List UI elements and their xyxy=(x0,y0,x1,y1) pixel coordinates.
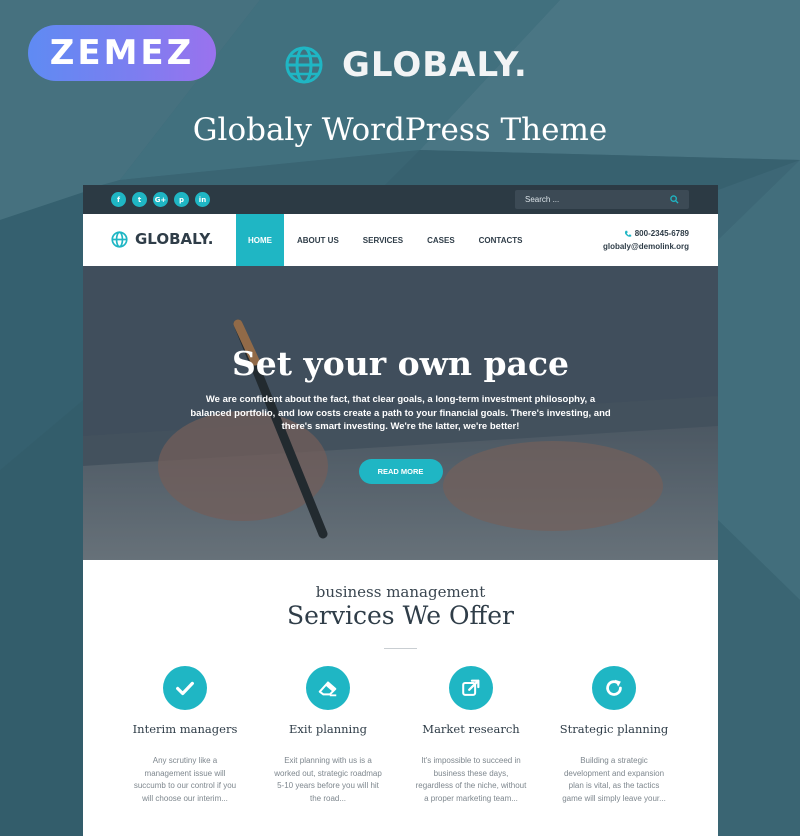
nav-contacts[interactable]: CONTACTS xyxy=(467,214,535,266)
hero-banner: Set your own pace We are confident about… xyxy=(83,266,718,560)
zemez-logo[interactable]: ZEMEZ xyxy=(28,25,216,81)
service-title[interactable]: Exit planning xyxy=(253,722,403,736)
website-preview: ft G+ pin GLOBALY. HOME ABOUT US SERVICES … xyxy=(83,185,718,836)
phone-icon xyxy=(624,230,631,237)
eraser-icon xyxy=(318,681,337,697)
globe-icon xyxy=(285,46,323,84)
nav-cases[interactable]: CASES xyxy=(415,214,467,266)
service-title[interactable]: Market research xyxy=(396,722,546,736)
service-description: Building a strategic development and exp… xyxy=(562,756,666,803)
nav-services[interactable]: SERVICES xyxy=(351,214,415,266)
service-item[interactable]: Market research It's impossible to succe… xyxy=(396,666,546,805)
contact-info: 800-2345-6789 globaly@demolink.org xyxy=(603,227,689,253)
read-more-button[interactable]: READ MORE xyxy=(358,458,443,484)
phone-number[interactable]: 800-2345-6789 xyxy=(635,227,689,240)
nav-home[interactable]: HOME xyxy=(236,214,284,266)
service-icon-circle xyxy=(306,666,350,710)
search-box[interactable] xyxy=(515,190,689,209)
globe-icon xyxy=(111,230,128,248)
refresh-icon xyxy=(606,679,622,696)
nav-about-us[interactable]: ABOUT US xyxy=(285,214,351,266)
top-bar: f t G+ p in xyxy=(83,185,718,214)
search-input[interactable] xyxy=(525,195,665,204)
service-icon-circle xyxy=(449,666,493,710)
email-address[interactable]: globaly@demolink.org xyxy=(603,240,689,253)
site-logo[interactable]: GLOBALY. xyxy=(111,230,213,248)
google-plus-icon[interactable]: G+ xyxy=(153,192,168,207)
services-section: business management Services We Offer In… xyxy=(83,560,718,836)
theme-title: Globaly WordPress Theme xyxy=(192,112,608,148)
service-icon-circle xyxy=(592,666,636,710)
site-logo-text: GLOBALY. xyxy=(135,230,214,248)
check-icon xyxy=(176,681,194,696)
service-item[interactable]: Exit planning Exit planning with us is a… xyxy=(253,666,403,805)
service-title[interactable]: Interim managers xyxy=(110,722,260,736)
services-heading: Services We Offer xyxy=(287,601,514,630)
main-navbar: GLOBALY. HOME ABOUT US SERVICES CASES CO… xyxy=(83,214,718,266)
service-description: Exit planning with us is a worked out, s… xyxy=(274,756,382,803)
globaly-brand: GLOBALY. xyxy=(284,42,528,88)
search-icon[interactable] xyxy=(670,195,679,204)
phone-row: 800-2345-6789 xyxy=(603,227,689,240)
service-item[interactable]: Interim managers Any scrutiny like a man… xyxy=(110,666,260,805)
service-title[interactable]: Strategic planning xyxy=(539,722,689,736)
twitter-icon[interactable]: t xyxy=(132,192,147,207)
service-description: Any scrutiny like a management issue wil… xyxy=(133,756,237,803)
service-description: It's impossible to succeed in business t… xyxy=(415,756,527,803)
service-icon-circle xyxy=(163,666,207,710)
services-subtitle: business management xyxy=(315,583,486,601)
hero-title: Set your own pace xyxy=(231,344,570,383)
brand-name: GLOBALY. xyxy=(342,45,528,85)
linkedin-icon[interactable]: in xyxy=(195,192,210,207)
nav-menu: HOME ABOUT US SERVICES CASES CONTACTS xyxy=(236,214,535,266)
facebook-icon[interactable]: f xyxy=(111,192,126,207)
hero-content: Set your own pace We are confident about… xyxy=(83,266,718,560)
hero-text: We are confident about the fact, that cl… xyxy=(190,394,611,432)
social-links: f t G+ p in xyxy=(111,192,210,207)
service-item[interactable]: Strategic planning Building a strategic … xyxy=(539,666,689,805)
heading-divider xyxy=(384,648,417,649)
external-link-icon xyxy=(462,679,480,696)
zemez-logo-text: ZEMEZ xyxy=(49,33,195,73)
pinterest-icon[interactable]: p xyxy=(174,192,189,207)
